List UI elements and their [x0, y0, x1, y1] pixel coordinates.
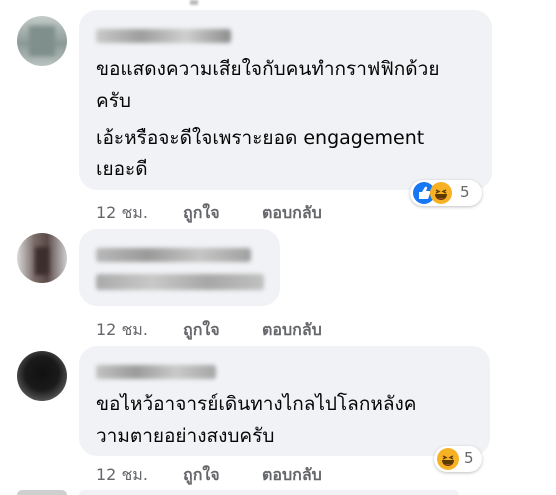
timestamp[interactable]: 12 ชม.: [96, 463, 148, 488]
comment-bubble: [79, 490, 459, 495]
comment-text: เอ้ะหรือจะดีใจเพราะยอด engagement: [96, 127, 425, 149]
commenter-name[interactable]: [96, 248, 251, 262]
reaction-count: 5: [460, 183, 470, 201]
reactions-summary[interactable]: 5: [410, 180, 482, 206]
avatar: [17, 490, 67, 495]
top-fragment: [190, 0, 198, 5]
reply-button[interactable]: ตอบกลับ: [262, 318, 322, 343]
timestamp[interactable]: 12 ชม.: [96, 318, 148, 343]
reaction-count: 5: [464, 449, 474, 467]
avatar[interactable]: [17, 233, 67, 283]
reply-button[interactable]: ตอบกลับ: [262, 463, 322, 488]
timestamp[interactable]: 12 ชม.: [96, 201, 148, 226]
haha-icon: [430, 182, 452, 204]
comment-bubble: [79, 229, 280, 306]
like-button[interactable]: ถูกใจ: [183, 318, 220, 343]
comment-text: ครับ: [96, 90, 131, 112]
like-button[interactable]: ถูกใจ: [183, 201, 220, 226]
comment-text: ขอไหว้อาจารย์เดินทางไกลไปโลกหลังค: [96, 393, 417, 415]
comment-text: วามตายอย่างสงบครับ: [96, 425, 275, 447]
like-button[interactable]: ถูกใจ: [183, 463, 220, 488]
comment-text: เยอะดี: [96, 158, 148, 180]
reply-button[interactable]: ตอบกลับ: [262, 201, 322, 226]
comment-text-blurred: [96, 274, 264, 290]
avatar[interactable]: [17, 351, 67, 401]
commenter-name[interactable]: [96, 29, 231, 43]
comment-text: ขอแสดงความเสียใจกับคนทำกราฟฟิกด้วย: [96, 58, 440, 80]
reactions-summary[interactable]: 5: [434, 446, 482, 472]
avatar[interactable]: [17, 16, 67, 66]
haha-icon: [437, 448, 459, 470]
commenter-name[interactable]: [96, 365, 216, 379]
